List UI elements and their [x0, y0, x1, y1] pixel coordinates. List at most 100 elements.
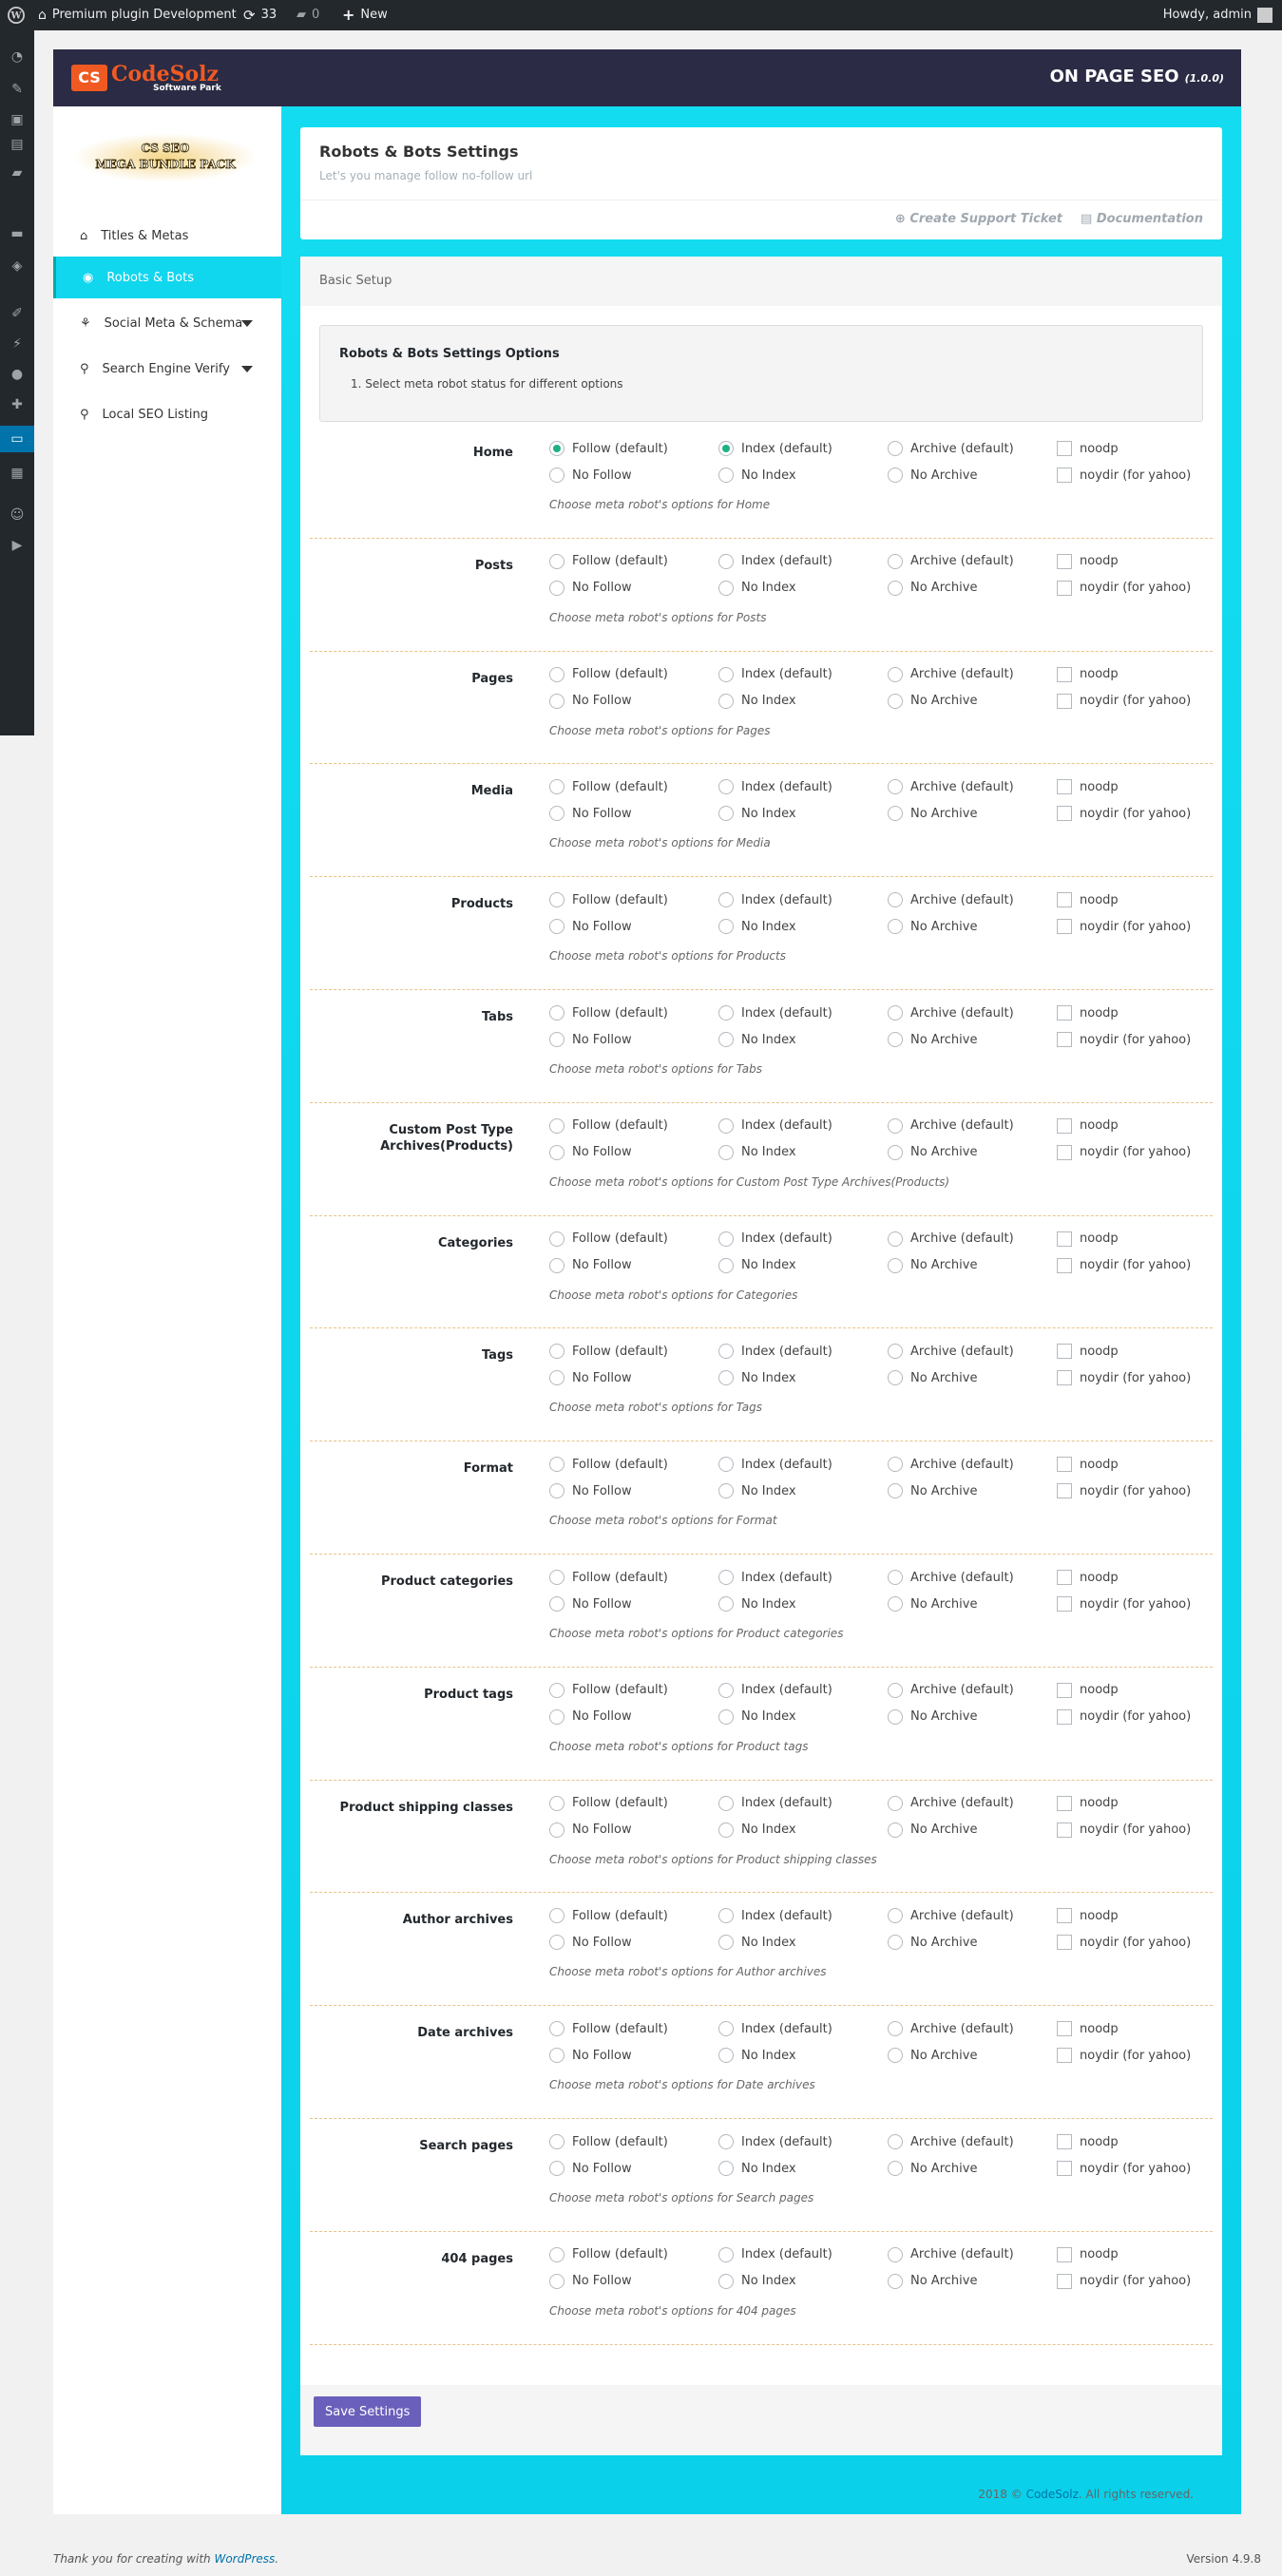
collapse-menu-icon[interactable]: ▶ [8, 536, 27, 555]
option-noodp[interactable]: noodp [1057, 1005, 1119, 1021]
option-noindex[interactable]: No Index [718, 1144, 796, 1160]
radio-button[interactable] [718, 779, 734, 795]
radio-button[interactable] [718, 2273, 734, 2289]
option-follow[interactable]: Follow (default) [549, 1231, 668, 1247]
option-noydir[interactable]: noydir (for yahoo) [1057, 1935, 1191, 1951]
radio-button[interactable] [549, 779, 564, 795]
option-noydir[interactable]: noydir (for yahoo) [1057, 2048, 1191, 2064]
radio-button[interactable] [888, 1935, 903, 1951]
radio-button[interactable] [549, 1344, 564, 1360]
option-nofollow[interactable]: No Follow [549, 2273, 632, 2289]
option-noindex[interactable]: No Index [718, 580, 796, 596]
option-nofollow[interactable]: No Follow [549, 1257, 632, 1273]
radio-button[interactable] [549, 892, 564, 908]
option-noindex[interactable]: No Index [718, 693, 796, 709]
option-follow[interactable]: Follow (default) [549, 666, 668, 682]
checkbox[interactable] [1057, 1144, 1072, 1160]
option-archive[interactable]: Archive (default) [888, 1005, 1014, 1021]
radio-button[interactable] [718, 1795, 734, 1811]
checkbox[interactable] [1057, 1005, 1072, 1021]
option-noydir[interactable]: noydir (for yahoo) [1057, 1144, 1191, 1160]
radio-button[interactable] [888, 693, 903, 709]
option-noarchive[interactable]: No Archive [888, 1144, 977, 1160]
radio-button[interactable] [549, 1231, 564, 1247]
settings-icon[interactable]: ▦ [8, 464, 27, 483]
option-noindex[interactable]: No Index [718, 2161, 796, 2176]
radio-button[interactable] [549, 1596, 564, 1612]
option-noydir[interactable]: noydir (for yahoo) [1057, 1032, 1191, 1047]
radio-button[interactable] [718, 1231, 734, 1247]
radio-button[interactable] [549, 919, 564, 935]
option-noodp[interactable]: noodp [1057, 1117, 1119, 1134]
radio-button[interactable] [888, 1370, 903, 1386]
nav-search-engine-verify[interactable]: ⚲ Search Engine Verify [53, 348, 281, 390]
option-index[interactable]: Index (default) [718, 553, 832, 569]
checkbox[interactable] [1057, 2048, 1072, 2064]
radio-button[interactable] [549, 1032, 564, 1047]
pin-icon[interactable]: ✎ [8, 80, 27, 99]
option-index[interactable]: Index (default) [718, 1344, 832, 1360]
option-noodp[interactable]: noodp [1057, 1457, 1119, 1473]
option-archive[interactable]: Archive (default) [888, 441, 1014, 456]
checkbox[interactable] [1057, 441, 1072, 456]
checkbox[interactable] [1057, 1231, 1072, 1247]
option-follow[interactable]: Follow (default) [549, 553, 668, 569]
radio-button[interactable] [718, 1117, 734, 1134]
dashboard-icon[interactable]: ◔ [8, 48, 27, 67]
checkbox[interactable] [1057, 919, 1072, 935]
option-follow[interactable]: Follow (default) [549, 1344, 668, 1360]
option-follow[interactable]: Follow (default) [549, 2021, 668, 2037]
option-nofollow[interactable]: No Follow [549, 1144, 632, 1160]
users-icon[interactable]: ● [8, 365, 27, 384]
radio-button[interactable] [888, 1822, 903, 1838]
radio-button[interactable] [549, 1822, 564, 1838]
option-index[interactable]: Index (default) [718, 1682, 832, 1698]
option-archive[interactable]: Archive (default) [888, 1570, 1014, 1585]
radio-button[interactable] [888, 1005, 903, 1021]
radio-button[interactable] [718, 1005, 734, 1021]
media-icon[interactable]: ▣ [8, 110, 27, 129]
radio-button[interactable] [718, 1257, 734, 1273]
option-nofollow[interactable]: No Follow [549, 1935, 632, 1951]
owl-icon[interactable]: ☺ [8, 506, 27, 525]
option-noydir[interactable]: noydir (for yahoo) [1057, 1370, 1191, 1386]
radio-button[interactable] [718, 806, 734, 822]
radio-button[interactable] [888, 1570, 903, 1585]
radio-button[interactable] [888, 1682, 903, 1698]
checkbox[interactable] [1057, 553, 1072, 569]
option-nofollow[interactable]: No Follow [549, 467, 632, 483]
site-name-link[interactable]: ⌂ Premium plugin Development [38, 0, 237, 30]
radio-button[interactable] [888, 779, 903, 795]
radio-button[interactable] [718, 2021, 734, 2037]
option-noindex[interactable]: No Index [718, 1596, 796, 1612]
radio-button[interactable] [718, 467, 734, 483]
option-follow[interactable]: Follow (default) [549, 2134, 668, 2149]
codesolz-link[interactable]: CodeSolz [1026, 2488, 1079, 2501]
option-noindex[interactable]: No Index [718, 1483, 796, 1499]
option-follow[interactable]: Follow (default) [549, 1570, 668, 1585]
radio-button[interactable] [718, 1370, 734, 1386]
option-noarchive[interactable]: No Archive [888, 2273, 977, 2289]
checkbox[interactable] [1057, 2021, 1072, 2037]
option-follow[interactable]: Follow (default) [549, 1682, 668, 1698]
radio-button[interactable] [718, 2048, 734, 2064]
radio-button[interactable] [888, 1257, 903, 1273]
option-noarchive[interactable]: No Archive [888, 1822, 977, 1838]
checkbox[interactable] [1057, 580, 1072, 596]
option-follow[interactable]: Follow (default) [549, 892, 668, 908]
radio-button[interactable] [549, 1144, 564, 1160]
option-index[interactable]: Index (default) [718, 779, 832, 795]
radio-button[interactable] [888, 2048, 903, 2064]
radio-button[interactable] [718, 1682, 734, 1698]
option-noodp[interactable]: noodp [1057, 2134, 1119, 2149]
option-archive[interactable]: Archive (default) [888, 1344, 1014, 1360]
radio-button[interactable] [718, 441, 734, 456]
option-noydir[interactable]: noydir (for yahoo) [1057, 1822, 1191, 1838]
checkbox[interactable] [1057, 1483, 1072, 1499]
option-archive[interactable]: Archive (default) [888, 2246, 1014, 2262]
radio-button[interactable] [718, 1344, 734, 1360]
option-noarchive[interactable]: No Archive [888, 1935, 977, 1951]
option-noarchive[interactable]: No Archive [888, 467, 977, 483]
option-archive[interactable]: Archive (default) [888, 553, 1014, 569]
checkbox[interactable] [1057, 1257, 1072, 1273]
